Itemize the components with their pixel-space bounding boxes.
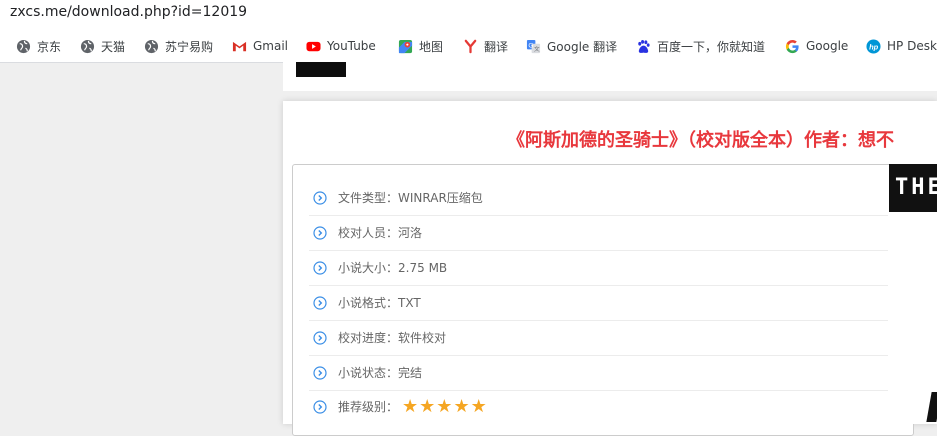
info-key: 推荐级别 (338, 400, 387, 414)
info-key: 小说大小 (338, 261, 387, 275)
info-separator: ： (386, 191, 399, 205)
bookmark-label: 苏宁易购 (165, 39, 214, 54)
info-separator: ： (386, 331, 399, 345)
header-card (283, 62, 937, 91)
book-cover-image[interactable]: THE (889, 164, 937, 424)
globe-icon (16, 39, 31, 54)
info-row-rating: 推荐级别： ★★★★★ (309, 389, 888, 424)
rating-stars: ★★★★★ (402, 395, 488, 417)
bookmark-google-translate[interactable]: G文 Google 翻译 (526, 37, 617, 55)
info-key: 文件类型 (338, 191, 387, 205)
info-row-proofreader: 校对人员：河洛 (309, 215, 888, 251)
hp-icon: hp (866, 38, 881, 54)
bookmark-label: Gmail (253, 39, 289, 53)
bookmark-tmall[interactable]: 天猫 (80, 37, 125, 55)
info-value: 完结 (398, 366, 423, 380)
cover-graphic (926, 392, 937, 422)
address-bar[interactable]: zxcs.me/download.php?id=12019 (0, 0, 937, 28)
svg-text:G: G (528, 42, 533, 49)
info-value: 2.75 MB (398, 260, 448, 275)
bookmark-hp[interactable]: hp HP Desk (866, 37, 937, 55)
google-icon (785, 39, 800, 54)
info-separator: ： (386, 226, 399, 240)
bookmark-label: 地图 (419, 39, 444, 54)
black-banner (296, 62, 346, 77)
info-separator: ： (386, 366, 399, 380)
book-title: 《阿斯加德的圣骑士》（校对版全本）作者：想不 (507, 130, 894, 151)
info-row-file-type: 文件类型： WINRAR压缩包 (309, 180, 888, 216)
info-value: WINRAR压缩包 (398, 191, 483, 205)
bookmark-gmail[interactable]: Gmail (232, 37, 288, 55)
info-value: 软件校对 (398, 331, 447, 345)
info-separator: ： (386, 400, 399, 414)
info-key: 小说状态 (338, 366, 387, 380)
bookmark-suning[interactable]: 苏宁易购 (144, 37, 213, 55)
bookmark-baidu[interactable]: 百度一下，你就知道 (636, 37, 765, 55)
info-value: TXT (398, 295, 421, 310)
info-key: 校对人员 (338, 226, 387, 240)
bookmark-youtube[interactable]: YouTube (306, 37, 376, 55)
bookmark-label: Google (806, 39, 849, 53)
bookmark-yandex-translate[interactable]: 翻译 (463, 37, 508, 55)
info-row-format: 小说格式： TXT (309, 285, 888, 321)
bookmark-label: 翻译 (484, 39, 509, 54)
gmail-icon (232, 39, 247, 54)
svg-text:文: 文 (534, 45, 540, 53)
bookmark-label: YouTube (327, 39, 376, 53)
bookmark-google[interactable]: Google (785, 37, 848, 55)
info-row-size: 小说大小： 2.75 MB (309, 250, 888, 286)
globe-icon (144, 39, 159, 54)
chevron-right-circle-icon (313, 190, 327, 205)
chevron-right-circle-icon (313, 365, 327, 380)
yandex-translate-icon (463, 39, 478, 54)
url-text[interactable]: zxcs.me/download.php?id=12019 (10, 4, 247, 20)
chevron-right-circle-icon (313, 225, 327, 240)
info-row-progress: 校对进度：软件校对 (309, 320, 888, 356)
maps-icon (398, 39, 413, 54)
info-separator: ： (386, 261, 399, 275)
chevron-right-circle-icon (313, 399, 327, 414)
youtube-icon (306, 39, 321, 54)
bookmark-maps[interactable]: 地图 (398, 37, 443, 55)
cover-title-text: THE (889, 164, 937, 212)
info-separator: ： (386, 296, 399, 310)
globe-icon (80, 39, 95, 54)
info-row-status: 小说状态：完结 (309, 355, 888, 391)
info-key: 校对进度 (338, 331, 387, 345)
bookmarks-bar: 京东 天猫 苏宁易购 Gmail YouTube 地图 翻译 G 文 Googl… (0, 28, 937, 63)
bookmark-label: HP Desk (887, 39, 937, 53)
chevron-right-circle-icon (313, 260, 327, 275)
bookmark-jd[interactable]: 京东 (16, 37, 61, 55)
bookmark-label: 百度一下，你就知道 (657, 39, 766, 54)
svg-text:hp: hp (869, 42, 879, 51)
chevron-right-circle-icon (313, 295, 327, 310)
bookmark-label: 天猫 (101, 39, 126, 54)
bookmark-label: Google 翻译 (547, 39, 618, 54)
bookmark-label: 京东 (37, 39, 62, 54)
baidu-paw-icon (636, 39, 651, 54)
chevron-right-circle-icon (313, 330, 327, 345)
info-value: 河洛 (398, 226, 423, 240)
info-key: 小说格式 (338, 296, 387, 310)
google-translate-icon: G文 (526, 39, 541, 54)
